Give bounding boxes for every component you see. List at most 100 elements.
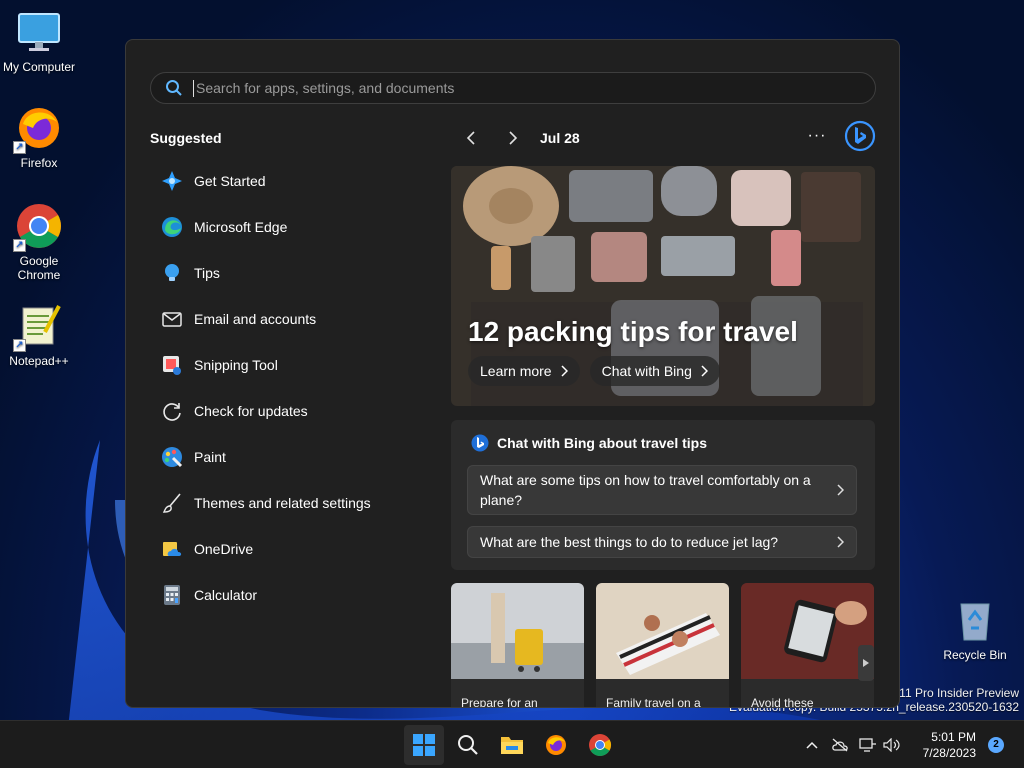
chevron-right-icon: [509, 131, 518, 145]
firefox-icon: [546, 735, 566, 755]
network-icon: [859, 738, 876, 752]
chrome-icon: [589, 734, 611, 756]
network-button[interactable]: [856, 725, 880, 765]
suggested-item-label: OneDrive: [194, 541, 254, 557]
chat-question-text: What are some tips on how to travel comf…: [480, 472, 811, 508]
chat-question-2[interactable]: What are the best things to do to reduce…: [467, 526, 857, 558]
volume-icon: [883, 738, 900, 752]
paint-icon: [160, 445, 184, 469]
bing-button[interactable]: [844, 120, 876, 152]
chevron-right-icon: [561, 365, 568, 377]
start-panel: Suggested Get Started Microsoft Edge Tip…: [125, 39, 900, 708]
article-caption: Prepare for an: [461, 696, 538, 708]
shortcut-arrow-icon: ↗: [13, 239, 26, 252]
shortcut-arrow-icon: ↗: [13, 339, 26, 352]
volume-button[interactable]: [880, 725, 904, 765]
next-button[interactable]: [500, 126, 524, 150]
chevron-left-icon: [466, 131, 475, 145]
suggested-item-check-for-updates[interactable]: Check for updates: [150, 388, 430, 434]
suggested-item-label: Microsoft Edge: [194, 219, 288, 235]
recycle-bin-icon: [951, 596, 999, 644]
suggested-item-microsoft-edge[interactable]: Microsoft Edge: [150, 204, 430, 250]
taskbar: 5:01 PM 7/28/2023 2: [0, 720, 1024, 768]
desktop-icon-firefox[interactable]: ↗ Firefox: [0, 104, 78, 170]
taskbar-firefox[interactable]: [536, 725, 576, 765]
suggested-item-paint[interactable]: Paint: [150, 434, 430, 480]
bing-icon: [471, 434, 489, 452]
mail-icon: [160, 307, 184, 331]
carousel-next-button[interactable]: [858, 645, 874, 681]
snipping-tool-icon: [160, 353, 184, 377]
feed-header: Jul 28 ···: [460, 120, 876, 152]
shortcut-arrow-icon: ↗: [13, 141, 26, 154]
suggested-list: Get Started Microsoft Edge Tips Email an…: [150, 158, 430, 618]
start-button[interactable]: [404, 725, 444, 765]
article-caption: Family travel on a: [606, 696, 701, 708]
suggested-item-email-and-accounts[interactable]: Email and accounts: [150, 296, 430, 342]
show-hidden-icons-button[interactable]: [800, 725, 824, 765]
suggested-item-label: Get Started: [194, 173, 266, 189]
get-started-icon: [160, 169, 184, 193]
suggested-item-label: Tips: [194, 265, 220, 281]
suggested-item-calculator[interactable]: Calculator: [150, 572, 430, 618]
article-card[interactable]: Prepare for an: [451, 583, 584, 708]
suggested-item-tips[interactable]: Tips: [150, 250, 430, 296]
taskbar-search-button[interactable]: [448, 725, 488, 765]
notepadpp-icon: ↗: [13, 302, 63, 352]
desktop-icon-label: Google Chrome: [17, 254, 61, 282]
suggested-item-onedrive[interactable]: OneDrive: [150, 526, 430, 572]
brush-icon: [160, 491, 184, 515]
article-image: [741, 583, 874, 679]
learn-more-label: Learn more: [480, 363, 552, 379]
article-image: [451, 583, 584, 679]
chat-with-bing-button[interactable]: Chat with Bing: [589, 356, 720, 386]
notification-badge[interactable]: 2: [988, 737, 1004, 753]
desktop-icon-recycle-bin[interactable]: Recycle Bin: [936, 596, 1014, 662]
refresh-icon: [160, 399, 184, 423]
onedrive-tray-button[interactable]: [824, 725, 856, 765]
suggested-item-label: Snipping Tool: [194, 357, 278, 373]
desktop-icon-label: Notepad++: [9, 354, 69, 368]
chevron-right-icon: [837, 484, 844, 496]
chevron-up-icon: [806, 741, 818, 749]
desktop-icon-notepadpp[interactable]: ↗ Notepad++: [0, 302, 78, 368]
windows-logo-icon: [413, 734, 435, 756]
clock-button[interactable]: 5:01 PM 7/28/2023: [912, 729, 976, 761]
suggested-item-label: Email and accounts: [194, 311, 317, 327]
taskbar-chrome[interactable]: [580, 725, 620, 765]
calculator-icon: [160, 583, 184, 607]
cloud-off-icon: [832, 738, 848, 752]
search-input[interactable]: [196, 80, 836, 96]
hero-card[interactable]: 12 packing tips for travel Learn more Ch…: [451, 166, 875, 406]
monitor-icon: [15, 8, 63, 56]
text-caret: [193, 79, 194, 97]
bing-icon: [844, 120, 876, 152]
onedrive-icon: [160, 537, 184, 561]
more-options-button[interactable]: ···: [805, 126, 829, 150]
learn-more-button[interactable]: Learn more: [468, 356, 580, 386]
suggested-item-label: Calculator: [194, 587, 258, 603]
hero-title: 12 packing tips for travel: [468, 316, 798, 347]
chat-question-1[interactable]: What are some tips on how to travel comf…: [467, 465, 857, 515]
desktop-icon-label: My Computer: [2, 60, 76, 74]
article-card[interactable]: Family travel on a: [596, 583, 729, 708]
article-card[interactable]: Avoid these: [741, 583, 874, 707]
chat-heading: Chat with Bing about travel tips: [497, 435, 708, 451]
taskbar-file-explorer[interactable]: [492, 725, 532, 765]
suggested-item-get-started[interactable]: Get Started: [150, 158, 430, 204]
folder-icon: [501, 737, 523, 754]
clock-time: 5:01 PM: [931, 730, 976, 744]
desktop-icon-chrome[interactable]: ↗ Google Chrome: [0, 202, 78, 282]
suggested-item-label: Paint: [194, 449, 226, 465]
chevron-right-icon: [837, 536, 844, 548]
chrome-icon: ↗: [13, 202, 63, 252]
article-image: [596, 583, 729, 679]
desktop-icon-my-computer[interactable]: My Computer: [0, 8, 78, 74]
suggested-item-themes[interactable]: Themes and related settings: [150, 480, 430, 526]
suggested-item-snipping-tool[interactable]: Snipping Tool: [150, 342, 430, 388]
firefox-icon: ↗: [13, 104, 63, 154]
previous-button[interactable]: [460, 126, 484, 150]
tips-icon: [160, 261, 184, 285]
search-box[interactable]: [150, 72, 876, 104]
search-icon: [458, 735, 478, 755]
